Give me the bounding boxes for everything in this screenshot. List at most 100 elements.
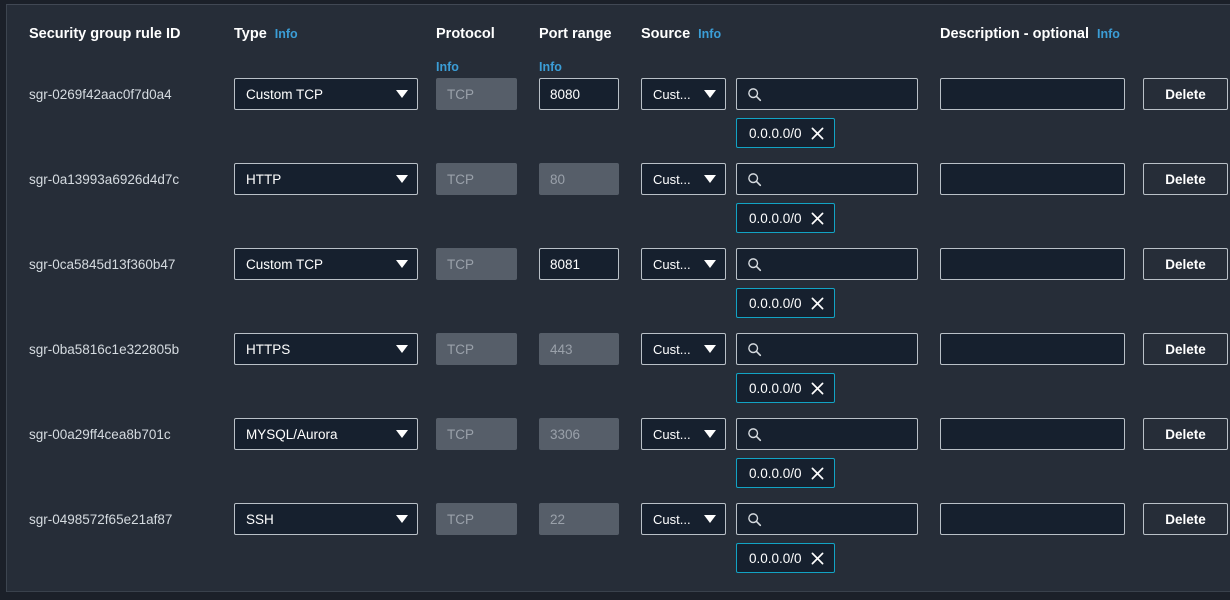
protocol-cell: TCP bbox=[436, 163, 539, 195]
description-input[interactable] bbox=[940, 333, 1125, 365]
column-header-protocol-label: Protocol bbox=[436, 26, 495, 42]
port-range-value: 80 bbox=[550, 171, 566, 187]
source-select[interactable]: Cust... bbox=[641, 503, 726, 535]
source-search-input[interactable] bbox=[736, 248, 918, 280]
rule-id-cell: sgr-00a29ff4cea8b701c bbox=[29, 418, 234, 452]
source-value-cell: 0.0.0.0/0 bbox=[736, 163, 940, 233]
protocol-value: TCP bbox=[447, 86, 474, 102]
source-search-input[interactable] bbox=[736, 418, 918, 450]
source-search-input[interactable] bbox=[736, 163, 918, 195]
description-input[interactable] bbox=[940, 78, 1125, 110]
source-value-cell: 0.0.0.0/0 bbox=[736, 248, 940, 318]
protocol-cell: TCP bbox=[436, 333, 539, 365]
type-select[interactable]: Custom TCP bbox=[234, 248, 418, 280]
chevron-down-icon bbox=[396, 345, 408, 353]
cidr-chip: 0.0.0.0/0 bbox=[736, 203, 835, 233]
description-input[interactable] bbox=[940, 503, 1125, 535]
delete-button[interactable]: Delete bbox=[1143, 163, 1228, 195]
port-range-field: 22 bbox=[539, 503, 619, 535]
protocol-cell: TCP bbox=[436, 78, 539, 110]
description-info-link[interactable]: Info bbox=[1097, 27, 1120, 41]
table-header: Security group rule ID Type Info Protocol… bbox=[7, 5, 1230, 74]
protocol-field: TCP bbox=[436, 78, 517, 110]
table-row: sgr-00a29ff4cea8b701c MYSQL/Aurora TCP 3306… bbox=[7, 410, 1230, 495]
table-body: sgr-0269f42aac0f7d0a4 Custom TCP TCP 8080 Cu… bbox=[7, 70, 1230, 580]
delete-button[interactable]: Delete bbox=[1143, 333, 1228, 365]
description-input[interactable] bbox=[940, 418, 1125, 450]
rule-id-cell: sgr-0498572f65e21af87 bbox=[29, 503, 234, 537]
type-cell: MYSQL/Aurora bbox=[234, 418, 436, 450]
source-info-link[interactable]: Info bbox=[698, 27, 721, 41]
protocol-cell: TCP bbox=[436, 248, 539, 280]
column-header-description-label: Description - optional bbox=[940, 26, 1090, 42]
cidr-chip-label: 0.0.0.0/0 bbox=[749, 295, 802, 311]
type-select[interactable]: HTTP bbox=[234, 163, 418, 195]
source-select-value: Cust... bbox=[653, 171, 691, 187]
description-cell bbox=[940, 78, 1143, 110]
description-input[interactable] bbox=[940, 248, 1125, 280]
type-info-link[interactable]: Info bbox=[275, 27, 298, 41]
type-select[interactable]: SSH bbox=[234, 503, 418, 535]
column-header-description: Description - optional Info bbox=[940, 26, 1143, 43]
source-type-cell: Cust... bbox=[641, 333, 736, 365]
source-type-cell: Cust... bbox=[641, 163, 736, 195]
cidr-chip-label: 0.0.0.0/0 bbox=[749, 465, 802, 481]
port-range-field[interactable]: 8081 bbox=[539, 248, 619, 280]
port-range-cell: 80 bbox=[539, 163, 641, 195]
source-type-cell: Cust... bbox=[641, 78, 736, 110]
cidr-chip: 0.0.0.0/0 bbox=[736, 458, 835, 488]
port-range-value: 8081 bbox=[550, 256, 581, 272]
type-select-value: Custom TCP bbox=[246, 256, 324, 272]
source-value-cell: 0.0.0.0/0 bbox=[736, 333, 940, 403]
source-type-cell: Cust... bbox=[641, 248, 736, 280]
type-select[interactable]: Custom TCP bbox=[234, 78, 418, 110]
type-select-value: MYSQL/Aurora bbox=[246, 426, 338, 442]
source-search-input[interactable] bbox=[736, 333, 918, 365]
delete-button[interactable]: Delete bbox=[1143, 503, 1228, 535]
chevron-down-icon bbox=[396, 260, 408, 268]
source-search-input[interactable] bbox=[736, 78, 918, 110]
chevron-down-icon bbox=[396, 175, 408, 183]
port-range-cell: 8080 bbox=[539, 78, 641, 110]
rule-id-value: sgr-0ca5845d13f360b47 bbox=[29, 257, 176, 272]
source-select[interactable]: Cust... bbox=[641, 163, 726, 195]
source-select[interactable]: Cust... bbox=[641, 333, 726, 365]
column-header-type-label: Type bbox=[234, 26, 267, 42]
port-range-field[interactable]: 8080 bbox=[539, 78, 619, 110]
delete-button[interactable]: Delete bbox=[1143, 248, 1228, 280]
delete-button[interactable]: Delete bbox=[1143, 78, 1228, 110]
source-select-value: Cust... bbox=[653, 256, 691, 272]
port-range-value: 8080 bbox=[550, 86, 581, 102]
actions-cell: Delete bbox=[1143, 418, 1230, 450]
source-select[interactable]: Cust... bbox=[641, 418, 726, 450]
cidr-chip-label: 0.0.0.0/0 bbox=[749, 550, 802, 566]
cidr-chip-label: 0.0.0.0/0 bbox=[749, 125, 802, 141]
delete-button[interactable]: Delete bbox=[1143, 418, 1228, 450]
actions-cell: Delete bbox=[1143, 503, 1230, 535]
protocol-value: TCP bbox=[447, 256, 474, 272]
source-search-input[interactable] bbox=[736, 503, 918, 535]
source-type-cell: Cust... bbox=[641, 503, 736, 535]
source-select[interactable]: Cust... bbox=[641, 78, 726, 110]
cidr-chip: 0.0.0.0/0 bbox=[736, 373, 835, 403]
port-range-cell: 443 bbox=[539, 333, 641, 365]
type-select[interactable]: HTTPS bbox=[234, 333, 418, 365]
port-range-value: 22 bbox=[550, 511, 566, 527]
actions-cell: Delete bbox=[1143, 163, 1230, 195]
port-range-cell: 22 bbox=[539, 503, 641, 535]
protocol-field: TCP bbox=[436, 248, 517, 280]
column-header-type: Type Info bbox=[234, 26, 436, 43]
type-select-value: SSH bbox=[246, 511, 274, 527]
chevron-down-icon bbox=[704, 175, 716, 183]
type-select[interactable]: MYSQL/Aurora bbox=[234, 418, 418, 450]
protocol-value: TCP bbox=[447, 426, 474, 442]
description-input[interactable] bbox=[940, 163, 1125, 195]
protocol-field: TCP bbox=[436, 163, 517, 195]
chevron-down-icon bbox=[704, 260, 716, 268]
table-row: sgr-0ba5816c1e322805b HTTPS TCP 443 Cust... 0… bbox=[7, 325, 1230, 410]
protocol-cell: TCP bbox=[436, 418, 539, 450]
source-select[interactable]: Cust... bbox=[641, 248, 726, 280]
description-cell bbox=[940, 163, 1143, 195]
cidr-chip-label: 0.0.0.0/0 bbox=[749, 380, 802, 396]
column-header-port-range: Port range Info bbox=[539, 26, 641, 76]
